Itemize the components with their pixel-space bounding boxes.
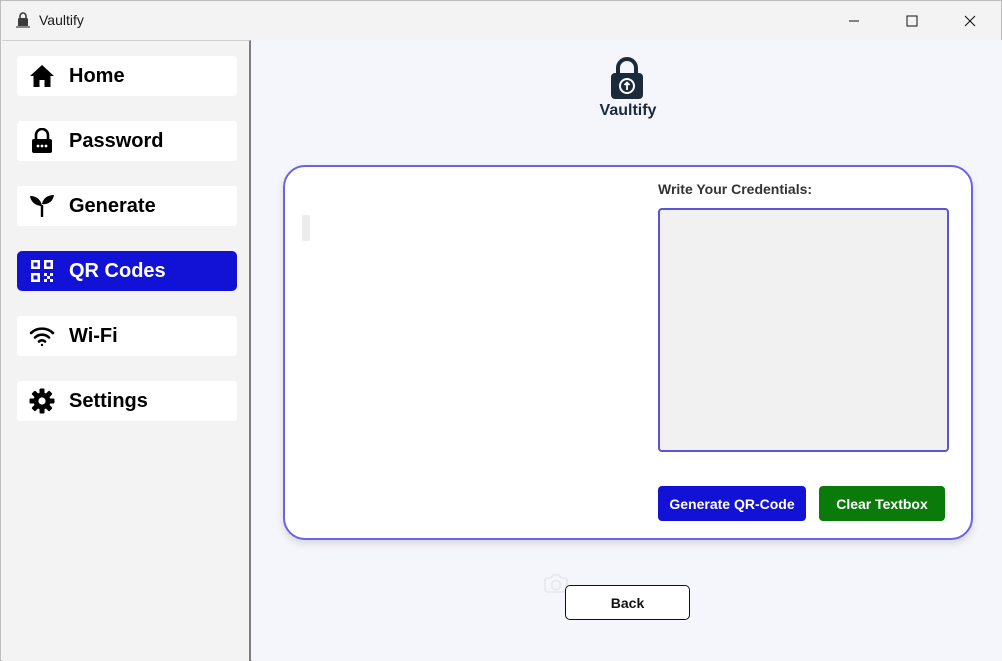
close-icon — [964, 15, 976, 26]
home-icon — [29, 63, 55, 89]
back-button[interactable]: Back — [565, 585, 690, 620]
clear-textbox-button[interactable]: Clear Textbox — [819, 486, 945, 521]
gear-icon — [29, 388, 55, 414]
sidebar-item-label: Home — [69, 64, 125, 87]
wifi-icon — [29, 323, 55, 349]
sidebar-item-label: Password — [69, 129, 164, 152]
sidebar-item-password[interactable]: Password — [17, 121, 237, 161]
app-lock-icon — [16, 12, 30, 28]
generate-qr-code-button[interactable]: Generate QR-Code — [658, 486, 806, 521]
logo-text: Vaultify — [599, 102, 657, 119]
vault-lock-logo-icon — [611, 57, 643, 99]
sidebar-item-label: Settings — [69, 389, 148, 412]
sidebar-item-wifi[interactable]: Wi-Fi — [17, 316, 237, 356]
sidebar-item-label: Generate — [69, 194, 156, 217]
title-bar[interactable]: Vaultify — [1, 1, 1001, 40]
qr-code-display — [302, 215, 310, 241]
sidebar-item-label: QR Codes — [69, 259, 166, 282]
maximize-icon — [906, 15, 918, 26]
lock-icon — [29, 128, 55, 154]
app-window: Vaultify Home Password Generate QR Codes… — [0, 0, 1002, 661]
sidebar-item-settings[interactable]: Settings — [17, 381, 237, 421]
minimize-icon — [849, 20, 859, 21]
sidebar-item-qr-codes[interactable]: QR Codes — [17, 251, 237, 291]
credentials-label: Write Your Credentials: — [658, 181, 813, 197]
qr-card: Write Your Credentials: Generate QR-Code… — [283, 165, 973, 540]
sprout-icon — [29, 193, 55, 219]
sidebar: Home Password Generate QR Codes Wi-Fi Se… — [2, 40, 251, 661]
sidebar-item-home[interactable]: Home — [17, 56, 237, 96]
sidebar-item-label: Wi-Fi — [69, 324, 118, 347]
minimize-button[interactable] — [825, 1, 883, 40]
maximize-button[interactable] — [883, 1, 941, 40]
sidebar-item-generate[interactable]: Generate — [17, 186, 237, 226]
close-button[interactable] — [941, 1, 999, 40]
credentials-textbox[interactable] — [658, 208, 949, 452]
qr-code-icon — [29, 258, 55, 284]
window-title: Vaultify — [39, 12, 84, 28]
main-content: Vaultify Write Your Credentials: Generat… — [252, 40, 1002, 661]
